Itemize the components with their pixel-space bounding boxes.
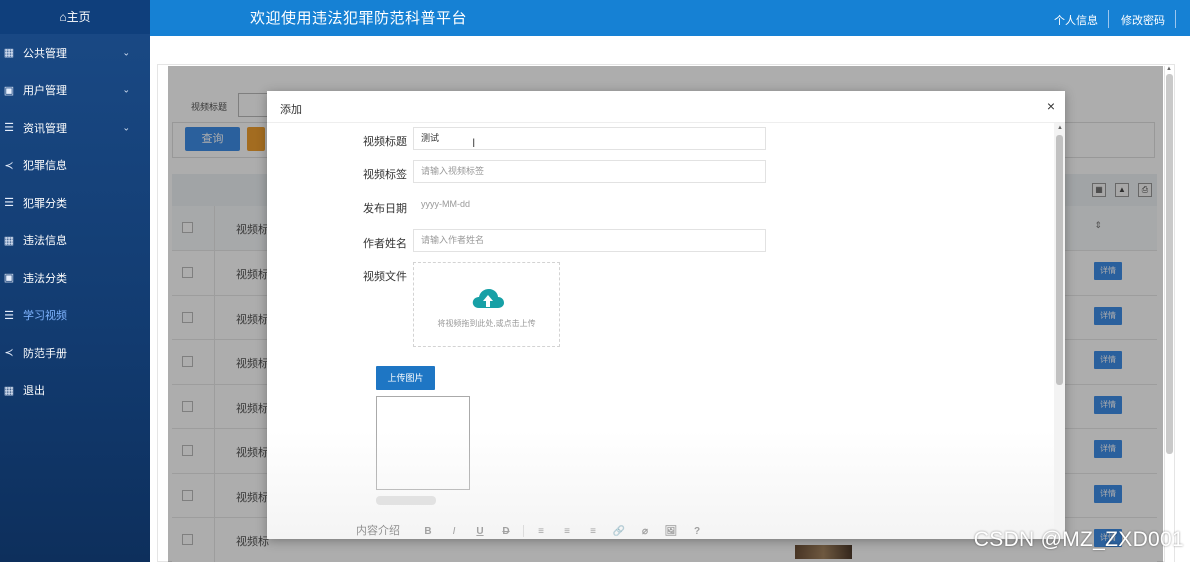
align-left-icon[interactable]: ≡ <box>528 526 554 537</box>
dialog-body: 视频标题 测试 I 视频标签 请输入视频标签 发布日期 yyyy-MM-dd 作… <box>267 123 1065 539</box>
video-tags-input[interactable]: 请输入视频标签 <box>413 160 766 183</box>
italic-icon[interactable]: I <box>441 526 467 537</box>
header-divider <box>1108 10 1109 28</box>
book-icon: ▣ <box>3 84 15 97</box>
publish-date-label: 发布日期 <box>363 203 407 215</box>
author-name-label: 作者姓名 <box>363 238 407 250</box>
sidebar: ⌂主页 ▦ 公共管理 ⌄ ▣ 用户管理 ⌄ ☰ 资讯管理 ⌄ ≺ 犯罪信息 ☰ 犯罪分类 ▦ 违法信息 ▣ 违法… <box>0 0 150 562</box>
link-icon[interactable]: 🔗 <box>606 526 632 537</box>
top-header: 欢迎使用违法犯罪防范科普平台 个人信息 修改密码 <box>150 0 1190 36</box>
chevron-down-icon: ⌄ <box>122 122 130 133</box>
sidebar-item-label: 犯罪分类 <box>23 197 67 210</box>
upload-image-button[interactable]: 上传图片 <box>376 366 435 390</box>
sidebar-item-label: 资讯管理 <box>23 122 67 135</box>
list-icon: ☰ <box>4 122 14 135</box>
sidebar-item-label: 防范手册 <box>23 347 67 360</box>
sidebar-item[interactable]: ▦ 退出 <box>0 372 150 410</box>
sidebar-item-label: 退出 <box>23 385 45 398</box>
video-title-input[interactable]: 测试 <box>413 127 766 150</box>
sidebar-item-label: 违法分类 <box>23 272 67 285</box>
preview-scrollbar[interactable] <box>376 496 436 505</box>
align-right-icon[interactable]: ≡ <box>580 526 606 537</box>
sidebar-item-label: 公共管理 <box>23 47 67 60</box>
video-tags-label: 视频标签 <box>363 169 407 181</box>
sidebar-item[interactable]: ☰ 学习视频 <box>0 297 150 335</box>
page-title: 欢迎使用违法犯罪防范科普平台 <box>250 10 468 27</box>
sidebar-item[interactable]: ▦ 违法信息 <box>0 222 150 260</box>
scroll-up-icon[interactable]: ▲ <box>1166 66 1172 72</box>
text-cursor-icon: I <box>472 136 476 150</box>
chevron-down-icon: ⌄ <box>122 47 130 58</box>
grid-icon: ▦ <box>3 234 15 247</box>
close-icon[interactable]: × <box>1047 99 1055 113</box>
list-icon: ☰ <box>4 309 14 322</box>
content-intro-label: 内容介绍 <box>356 525 400 537</box>
sidebar-menu: ▦ 公共管理 ⌄ ▣ 用户管理 ⌄ ☰ 资讯管理 ⌄ ≺ 犯罪信息 ☰ 犯罪分类 ▦ 违法信息 ▣ 违法分类 ☰ 学… <box>0 34 150 409</box>
sidebar-item[interactable]: ≺ 防范手册 <box>0 334 150 372</box>
sidebar-item-label: 犯罪信息 <box>23 160 67 173</box>
publish-date-input[interactable]: yyyy-MM-dd <box>413 193 533 216</box>
editor-toolbar: B I U D ≡ ≡ ≡ 🔗 ⌀ 🖼? <box>415 522 710 539</box>
share-icon: ≺ <box>4 159 14 172</box>
change-password-link[interactable]: 修改密码 <box>1121 12 1165 28</box>
scroll-thumb[interactable] <box>1166 74 1173 454</box>
watermark: CSDN @MZ_ZXD001 <box>973 528 1184 551</box>
grid-icon: ▦ <box>3 47 15 60</box>
sidebar-item[interactable]: ▦ 公共管理 ⌄ <box>0 34 150 72</box>
sidebar-item[interactable]: ▣ 违法分类 <box>0 259 150 297</box>
page-scrollbar[interactable]: ▲ <box>1164 66 1174 562</box>
sidebar-item[interactable]: ▣ 用户管理 ⌄ <box>0 72 150 110</box>
sidebar-item[interactable]: ☰ 犯罪分类 <box>0 184 150 222</box>
sidebar-item[interactable]: ☰ 资讯管理 ⌄ <box>0 109 150 147</box>
align-center-icon[interactable]: ≡ <box>554 526 580 537</box>
dialog-scroll-thumb[interactable] <box>1056 135 1063 385</box>
upload-hint: 将视频拖到此处,或点击上传 <box>437 319 536 328</box>
list-icon: ☰ <box>4 197 14 210</box>
sidebar-home-link[interactable]: ⌂主页 <box>0 0 150 34</box>
scroll-up-icon[interactable]: ▲ <box>1057 125 1063 131</box>
sidebar-item[interactable]: ≺ 犯罪信息 <box>0 147 150 185</box>
header-divider <box>1175 10 1176 28</box>
author-name-input[interactable]: 请输入作者姓名 <box>413 229 766 252</box>
profile-link[interactable]: 个人信息 <box>1054 12 1098 28</box>
dialog-scrollbar[interactable]: ▲ <box>1054 123 1065 539</box>
image-preview <box>376 396 470 490</box>
book-icon: ▣ <box>3 272 15 285</box>
strikethrough-icon[interactable]: D <box>493 526 519 537</box>
toolbar-divider <box>523 525 524 537</box>
share-icon: ≺ <box>4 347 14 360</box>
chevron-down-icon: ⌄ <box>122 84 130 95</box>
help-icon[interactable]: ? <box>684 526 710 537</box>
grid-icon: ▦ <box>3 384 15 397</box>
image-icon[interactable]: 🖼 <box>658 526 684 537</box>
dialog-header: 添加 × <box>267 91 1065 123</box>
video-title-label: 视频标题 <box>363 136 407 148</box>
dialog-title: 添加 <box>280 104 302 116</box>
video-upload-dropzone[interactable]: 将视频拖到此处,或点击上传 <box>413 262 560 347</box>
sidebar-item-label: 学习视频 <box>23 310 67 323</box>
add-dialog: 添加 × 视频标题 测试 I 视频标签 请输入视频标签 发布日期 yyyy-MM… <box>267 91 1065 539</box>
sidebar-item-label: 违法信息 <box>23 235 67 248</box>
underline-icon[interactable]: U <box>467 526 493 537</box>
cloud-upload-icon <box>472 289 504 308</box>
sidebar-item-label: 用户管理 <box>23 85 67 98</box>
video-file-label: 视频文件 <box>363 271 407 283</box>
clear-icon[interactable]: ⌀ <box>632 526 658 537</box>
bold-icon[interactable]: B <box>415 526 441 537</box>
